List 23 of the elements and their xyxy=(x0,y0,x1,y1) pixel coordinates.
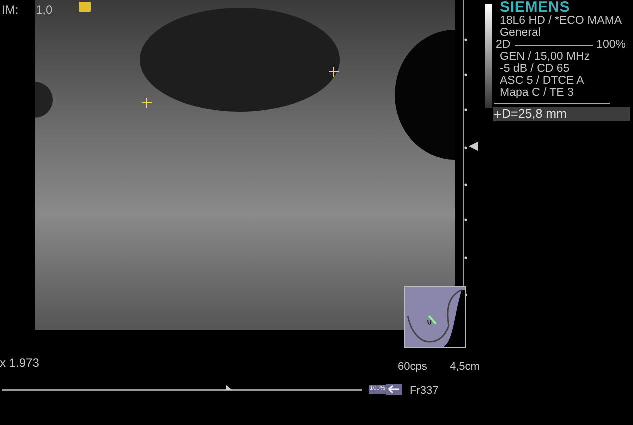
zoom-factor: x 1.973 xyxy=(0,355,40,372)
mode-value: 100% xyxy=(596,39,626,51)
caliper-icon xyxy=(329,67,339,77)
caliper-icon xyxy=(494,110,501,118)
info-text: GEN / 15,00 MHz xyxy=(500,51,592,63)
mode-label: 2D xyxy=(496,39,511,51)
info-text: General xyxy=(500,27,542,39)
caliper-icon xyxy=(142,98,152,108)
square-icon xyxy=(79,2,91,12)
info-text: Mapa C / TE 3 xyxy=(500,87,575,99)
info-text: 18L6 HD / *ECO MAMA xyxy=(500,15,624,27)
im-value: 1,0 xyxy=(36,2,53,19)
back-arrow-icon[interactable] xyxy=(386,384,402,395)
frame-rate: 60cps xyxy=(398,360,428,375)
measurement-text: D=25,8 mm xyxy=(502,107,567,121)
info-text: -5 dB / CD 65 xyxy=(500,63,571,75)
brand-logo: SIEMENS xyxy=(500,0,572,15)
frame-number: Fr337 xyxy=(410,384,439,399)
info-text: ASC 5 / DTCE A xyxy=(500,75,586,87)
depth-value: 4,5cm xyxy=(450,360,480,375)
focus-marker-icon xyxy=(469,142,478,151)
breast-body-marker-drawing xyxy=(404,286,466,348)
im-label: IM: xyxy=(2,2,19,19)
